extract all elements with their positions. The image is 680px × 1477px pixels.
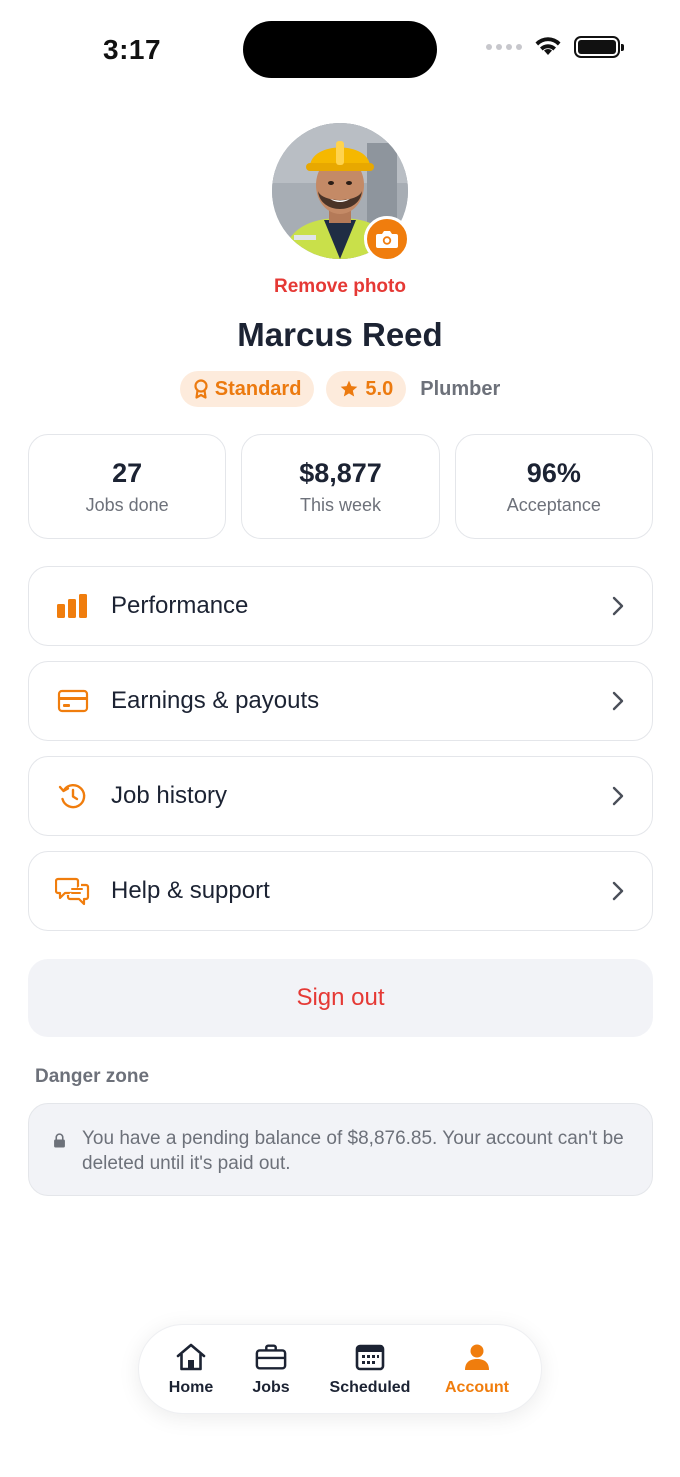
tab-label: Jobs <box>252 1379 290 1396</box>
stat-label: Acceptance <box>506 494 601 515</box>
briefcase-icon <box>255 1341 287 1373</box>
tab-home[interactable]: Home <box>165 1325 217 1413</box>
chat-bubbles-icon <box>55 873 91 909</box>
stat-card-this-week: $8,877 This week <box>241 434 440 539</box>
cellular-signal-icon <box>486 44 522 50</box>
rating-badge: 5.0 <box>326 371 407 407</box>
chevron-right-icon <box>608 786 628 806</box>
tab-jobs[interactable]: Jobs <box>245 1325 297 1413</box>
chevron-right-icon <box>608 691 628 711</box>
account-menu: Performance Earnings & payouts Job histo… <box>28 566 653 946</box>
menu-item-earnings-payouts[interactable]: Earnings & payouts <box>28 661 653 741</box>
stat-card-jobs-done: 27 Jobs done <box>28 434 227 539</box>
remove-photo-link[interactable]: Remove photo <box>0 276 680 298</box>
person-icon <box>461 1341 493 1373</box>
tab-label: Home <box>168 1379 214 1396</box>
status-time: 3:17 <box>103 34 162 65</box>
profile-name: Marcus Reed <box>237 316 443 353</box>
tab-label: Account <box>445 1379 509 1396</box>
chevron-right-icon <box>608 881 628 901</box>
tier-badge-label: Standard <box>214 377 302 400</box>
menu-item-job-history[interactable]: Job history <box>28 756 653 836</box>
bar-chart-icon <box>55 588 91 624</box>
tab-label: Scheduled <box>329 1379 411 1396</box>
wifi-icon <box>535 37 561 55</box>
bottom-tab-bar: Home Jobs Scheduled Account <box>138 1324 542 1414</box>
award-ribbon-icon <box>194 379 208 399</box>
menu-item-label: Help & support <box>111 877 270 904</box>
danger-zone-notice: You have a pending balance of $8,876.85.… <box>28 1103 653 1196</box>
change-photo-button[interactable] <box>364 216 410 262</box>
stat-label: This week <box>299 494 381 515</box>
tab-account[interactable]: Account <box>441 1325 513 1413</box>
history-icon <box>55 778 91 814</box>
rating-value: 5.0 <box>365 377 394 400</box>
status-bar: 3:17 <box>0 0 680 100</box>
dynamic-island <box>243 21 437 78</box>
profile-badges: Standard 5.0 Plumber <box>0 371 680 407</box>
menu-item-label: Job history <box>111 782 228 809</box>
sign-out-button[interactable]: Sign out <box>28 959 653 1037</box>
battery-icon <box>574 36 624 58</box>
danger-zone-title: Danger zone <box>35 1066 150 1087</box>
credit-card-icon <box>55 683 91 719</box>
home-icon <box>175 1341 207 1373</box>
danger-zone-message: You have a pending balance of $8,876.85.… <box>82 1128 624 1174</box>
stat-value: $8,877 <box>299 457 382 488</box>
stat-card-acceptance: 96% Acceptance <box>454 434 653 539</box>
lock-icon <box>54 1133 65 1148</box>
chevron-right-icon <box>608 596 628 616</box>
camera-icon <box>376 231 398 248</box>
calendar-icon <box>354 1341 386 1373</box>
stats-row: 27 Jobs done $8,877 This week 96% Accept… <box>28 434 653 539</box>
stat-value: 27 <box>112 457 143 488</box>
menu-item-label: Earnings & payouts <box>111 687 320 714</box>
menu-item-help-support[interactable]: Help & support <box>28 851 653 931</box>
tier-badge: Standard <box>179 371 315 407</box>
stat-value: 96% <box>526 457 581 488</box>
trade-label: Plumber <box>420 377 501 400</box>
menu-item-label: Performance <box>111 592 249 619</box>
star-icon <box>341 380 358 397</box>
tab-scheduled[interactable]: Scheduled <box>325 1325 415 1413</box>
stat-label: Jobs done <box>85 494 169 515</box>
menu-item-performance[interactable]: Performance <box>28 566 653 646</box>
